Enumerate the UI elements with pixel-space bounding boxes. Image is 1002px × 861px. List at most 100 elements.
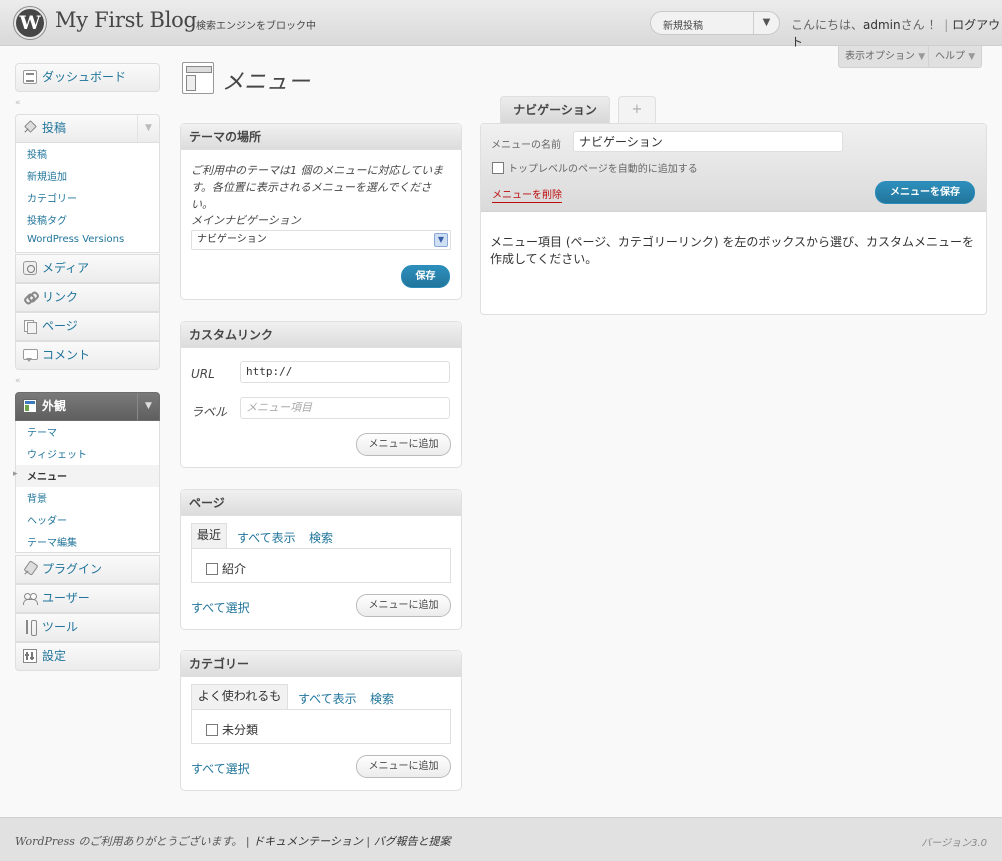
tab-view-all[interactable]: すべて表示	[237, 529, 296, 546]
sidebar-item-posts[interactable]: 投稿 ▼	[15, 114, 160, 143]
sidebar-item-label: 設定	[42, 649, 67, 663]
list-item[interactable]: 未分類	[206, 721, 258, 738]
tab-recent[interactable]: 最近	[191, 523, 227, 549]
add-categories-button[interactable]: メニューに追加	[356, 755, 451, 778]
save-menu-button[interactable]: メニューを保存	[875, 181, 975, 204]
submenu-item-widgets[interactable]: ウィジェット	[27, 446, 87, 461]
chevron-down-icon: ▼	[968, 52, 976, 62]
pin-icon	[23, 121, 37, 135]
sidebar-separator[interactable]: «	[15, 97, 160, 109]
separator: |	[944, 18, 949, 32]
list-item[interactable]: 紹介	[206, 560, 246, 577]
sidebar-item-media[interactable]: メディア	[15, 254, 160, 283]
submenu-item-add-new[interactable]: 新規追加	[27, 168, 67, 183]
screen-options-label: 表示オプション	[845, 51, 915, 62]
sidebar-item-users[interactable]: ユーザー	[15, 584, 160, 613]
tab-most-used[interactable]: よく使われるもの	[191, 684, 288, 725]
sidebar-item-tools[interactable]: ツール	[15, 613, 160, 642]
auto-add-pages-checkbox[interactable]	[492, 162, 504, 174]
categories-box-title[interactable]: カテゴリー	[181, 651, 461, 677]
page-title: メニュー	[222, 70, 311, 95]
categories-box: カテゴリー よく使われるもの すべて表示 検索 未分類 すべて選択 メニューに追…	[180, 650, 462, 791]
sidebar-item-pages[interactable]: ページ	[15, 312, 160, 341]
save-locations-button[interactable]: 保存	[401, 265, 450, 288]
tab-search[interactable]: 検索	[370, 690, 394, 707]
submenu-item-menus[interactable]: メニュー	[27, 468, 67, 483]
sidebar-item-dashboard[interactable]: ダッシュボード	[15, 63, 160, 92]
label-input[interactable]: メニュー項目	[240, 397, 450, 419]
footer-thanks: のご利用ありがとうございます。	[74, 835, 243, 848]
sidebar-item-label: 投稿	[42, 121, 67, 135]
submenu-item-wordpress-versions[interactable]: WordPress Versions	[27, 234, 124, 245]
sidebar-item-appearance[interactable]: 外観 ▼	[15, 392, 160, 421]
tab-view-all[interactable]: すべて表示	[298, 690, 357, 707]
theme-locations-title[interactable]: テーマの場所	[181, 124, 461, 150]
documentation-link[interactable]: ドキュメンテーション	[250, 835, 367, 848]
chevron-down-icon[interactable]: ▼	[137, 115, 159, 142]
submenu-item-posts[interactable]: 投稿	[27, 146, 47, 161]
submenu-item-background[interactable]: 背景	[27, 490, 47, 505]
dashboard-icon	[23, 70, 37, 84]
pages-box-title[interactable]: ページ	[181, 490, 461, 516]
auto-add-pages-option[interactable]: トップレベルのページを自動的に追加する	[492, 160, 698, 175]
tab-navigation-menu[interactable]: ナビゲーション	[500, 96, 610, 124]
category-checkbox[interactable]	[206, 724, 218, 736]
sidebar-separator[interactable]: «	[15, 375, 160, 387]
sidebar-item-label: ツール	[42, 620, 79, 634]
sidebar-item-links[interactable]: リンク	[15, 283, 160, 312]
help-tab[interactable]: ヘルプ ▼	[928, 46, 983, 68]
custom-links-title[interactable]: カスタムリンク	[181, 322, 461, 348]
menu-instructions: メニュー項目 (ページ、カテゴリーリンク) を左のボックスから選び、カスタムメニ…	[490, 235, 975, 266]
media-icon	[23, 261, 37, 275]
appearance-icon	[23, 399, 37, 413]
chevron-down-icon[interactable]: ▼	[137, 393, 159, 420]
submenu-item-categories[interactable]: カテゴリー	[27, 190, 77, 205]
sidebar-item-plugins[interactable]: プラグイン	[15, 555, 160, 584]
add-pages-button[interactable]: メニューに追加	[356, 594, 451, 617]
sidebar-item-settings[interactable]: 設定	[15, 642, 160, 671]
sidebar-item-label: ユーザー	[42, 591, 90, 605]
menu-name-label: メニューの名前	[491, 140, 561, 151]
theme-locations-description: ご利用中のテーマは1 個のメニューに対応しています。各位置に表示されるメニューを…	[191, 164, 444, 211]
site-title-link[interactable]: My First Blog	[55, 8, 197, 32]
select-all-pages-link[interactable]: すべて選択	[191, 599, 250, 616]
categories-checklist: 未分類	[191, 709, 451, 744]
page-icon	[23, 319, 37, 334]
admin-header: W My First Blog 検索エンジンをブロック中 新規投稿 ▼ こんにち…	[0, 0, 1002, 49]
users-icon	[23, 591, 38, 605]
appearance-submenu: テーマ ウィジェット ▸ メニュー 背景 ヘッダー テーマ編集	[13, 421, 160, 553]
sidebar-item-comments[interactable]: コメント	[15, 341, 160, 370]
custom-links-box: カスタムリンク URL http:// ラベル メニュー項目 メニューに追加	[180, 321, 462, 468]
submenu-item-theme-editor[interactable]: テーマ編集	[27, 534, 77, 549]
select-all-categories-link[interactable]: すべて選択	[191, 760, 250, 777]
favorite-actions-dropdown[interactable]: 新規投稿 ▼	[650, 11, 780, 35]
chevron-down-icon[interactable]: ▼	[753, 12, 779, 34]
wordpress-link[interactable]: WordPress	[15, 835, 75, 848]
page-checkbox[interactable]	[206, 563, 218, 575]
greeting-suffix: さん ！	[900, 18, 941, 32]
category-item-label: 未分類	[222, 723, 259, 737]
username-link[interactable]: admin	[863, 18, 901, 32]
screen-options-tab[interactable]: 表示オプション ▼	[838, 46, 933, 68]
page-item-label: 紹介	[222, 562, 247, 576]
tools-icon	[23, 620, 37, 636]
delete-menu-link[interactable]: メニューを削除	[492, 190, 562, 203]
submenu-item-themes[interactable]: テーマ	[27, 424, 57, 439]
add-custom-link-button[interactable]: メニューに追加	[356, 433, 451, 456]
wordpress-logo-icon[interactable]: W	[14, 7, 46, 39]
tab-search[interactable]: 検索	[309, 529, 333, 546]
link-icon	[23, 290, 37, 304]
location-select[interactable]: ナビゲーション ▼	[191, 230, 451, 250]
add-menu-tab[interactable]: +	[618, 96, 656, 123]
menu-name-input[interactable]: ナビゲーション	[573, 131, 843, 152]
bug-report-link[interactable]: バグ報告と提案	[370, 835, 451, 848]
submenu-item-header[interactable]: ヘッダー	[27, 512, 67, 527]
chevron-down-icon[interactable]: ▼	[434, 233, 448, 247]
url-input[interactable]: http://	[240, 361, 450, 383]
menu-editor-header: メニューの名前 ナビゲーション トップレベルのページを自動的に追加する メニュー…	[481, 124, 986, 212]
search-engine-blocked-notice[interactable]: 検索エンジンをブロック中	[196, 17, 316, 32]
favorite-action-new-post[interactable]: 新規投稿	[663, 17, 703, 32]
help-label: ヘルプ	[935, 51, 965, 62]
submenu-item-post-tags[interactable]: 投稿タグ	[27, 212, 67, 227]
sidebar-item-label: 外観	[42, 399, 67, 413]
